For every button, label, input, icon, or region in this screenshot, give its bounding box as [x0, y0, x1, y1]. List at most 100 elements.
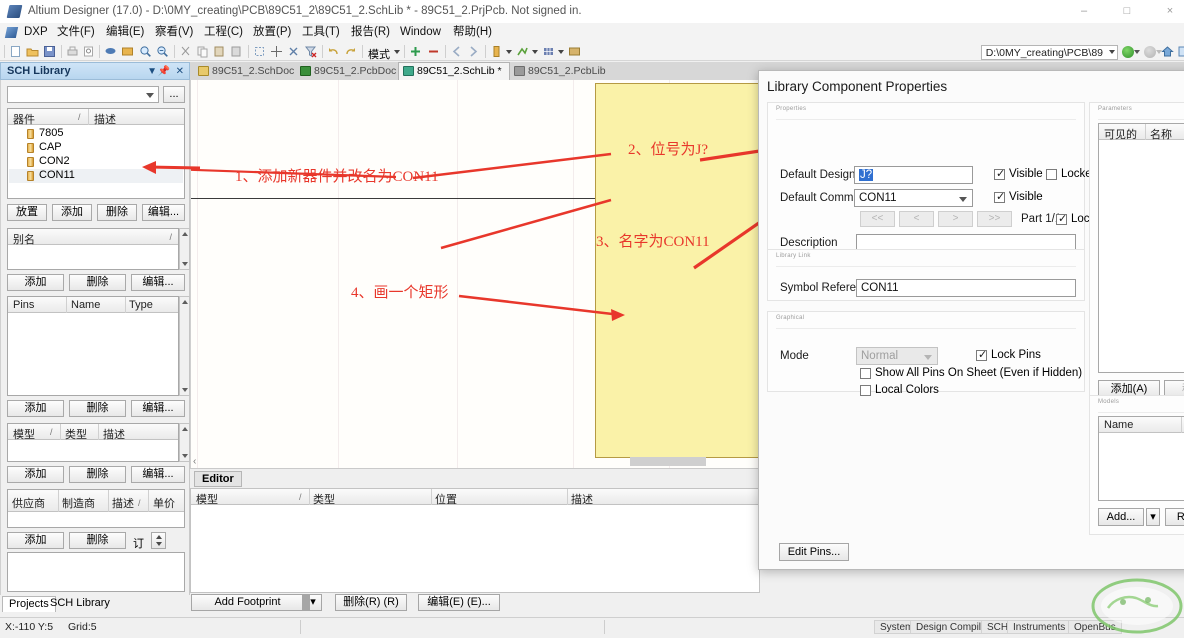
scroll-down-icon[interactable]: [182, 454, 188, 458]
part-prev-button[interactable]: <: [899, 211, 934, 227]
menu-item-reports[interactable]: 报告(R): [347, 25, 394, 40]
local-colors-checkbox[interactable]: [860, 385, 871, 396]
pins-edit-button[interactable]: 编辑...: [131, 400, 185, 417]
suppliers-sort-icon[interactable]: /: [138, 498, 141, 508]
minus-icon[interactable]: [427, 45, 440, 58]
save-icon[interactable]: [43, 45, 56, 58]
component-icon[interactable]: [490, 45, 503, 58]
model-sort-icon[interactable]: /: [299, 492, 302, 502]
components-add-button[interactable]: 添加: [52, 204, 92, 221]
panel-menu-caret-icon[interactable]: ▼: [147, 66, 157, 77]
components-edit-button[interactable]: 编辑...: [142, 204, 185, 221]
edit-pins-button[interactable]: Edit Pins...: [779, 543, 849, 561]
parameters-grid[interactable]: 可见的 名称: [1098, 123, 1184, 373]
nav-forward-icon[interactable]: [1122, 46, 1134, 58]
mode-toolbar-label[interactable]: 模式: [368, 46, 390, 62]
tab-pcblib[interactable]: 89C51_2.PcbLib: [510, 63, 613, 80]
arrow-left-icon[interactable]: [450, 45, 463, 58]
plus-icon[interactable]: [409, 45, 422, 58]
tab-pcbdoc[interactable]: 89C51_2.PcbDoc: [296, 63, 403, 80]
tab-sch-library[interactable]: SCH Library: [44, 596, 116, 612]
list-item[interactable]: CAP: [9, 141, 183, 155]
minimize-button[interactable]: –: [1063, 0, 1105, 23]
symbol-reference-input[interactable]: CON11: [856, 279, 1076, 297]
models-register-button[interactable]: Reg: [1165, 508, 1184, 526]
part-locked-checkbox[interactable]: [1056, 212, 1067, 225]
paste-special-icon[interactable]: [230, 45, 243, 58]
clear-filter-icon[interactable]: [304, 45, 317, 58]
components-delete-button[interactable]: 删除: [97, 204, 137, 221]
layers-icon[interactable]: [104, 45, 117, 58]
tab-schlib-active[interactable]: 89C51_2.SchLib *: [398, 62, 510, 80]
aliases-add-button[interactable]: 添加: [7, 274, 64, 291]
suppliers-delete-button[interactable]: 删除: [69, 532, 126, 549]
delete-footprint-button[interactable]: 删除(R) (R): [335, 594, 407, 611]
mode-caret-icon[interactable]: [924, 355, 932, 360]
suppliers-order-stepper[interactable]: [151, 532, 166, 549]
library-filter-combobox[interactable]: [7, 86, 159, 103]
scroll-down-icon[interactable]: [182, 262, 188, 266]
scroll-up-icon[interactable]: [182, 232, 188, 236]
tab-schdoc[interactable]: 89C51_2.SchDoc: [194, 63, 301, 80]
zoom-in-icon[interactable]: [139, 45, 152, 58]
pins-grid[interactable]: Pins Name Type: [7, 296, 179, 396]
scroll-left-icon[interactable]: ‹: [193, 456, 196, 467]
comment-visible-checkbox[interactable]: [994, 190, 1005, 203]
models-grid[interactable]: 模型 / 类型 描述: [7, 423, 179, 462]
tab-editor[interactable]: Editor: [194, 471, 242, 487]
designator-locked-checkbox[interactable]: [1046, 169, 1057, 180]
panel-pin-icon[interactable]: 📌: [158, 66, 170, 77]
redo-icon[interactable]: [344, 45, 357, 58]
arrow-right-icon[interactable]: [467, 45, 480, 58]
models-delete-button[interactable]: 删除: [69, 466, 126, 483]
move-icon[interactable]: [270, 45, 283, 58]
canvas-horizontal-scrollbar[interactable]: ‹: [190, 455, 760, 468]
add-footprint-button[interactable]: Add Footprint: [191, 594, 304, 611]
suppliers-add-button[interactable]: 添加: [7, 532, 64, 549]
part-first-button[interactable]: <<: [860, 211, 895, 227]
models-sort-icon[interactable]: /: [50, 427, 53, 437]
status-panel-instruments[interactable]: Instruments: [1007, 620, 1072, 634]
undo-icon[interactable]: [327, 45, 340, 58]
nav-forward-caret-icon[interactable]: [1134, 50, 1140, 54]
pins-delete-button[interactable]: 删除: [69, 400, 126, 417]
path-combobox[interactable]: D:\0MY_creating\PCB\89: [980, 45, 1118, 60]
suppliers-grid[interactable]: 供应商 制造商 描述 / 单价: [7, 489, 185, 528]
menu-item-project[interactable]: 工程(C): [200, 25, 247, 40]
scroll-down-icon[interactable]: [182, 388, 188, 392]
zoom-out-icon[interactable]: [156, 45, 169, 58]
grid-caret-icon[interactable]: [558, 50, 564, 54]
aliases-grid[interactable]: 别名 /: [7, 228, 179, 270]
component-caret-icon[interactable]: [506, 50, 512, 54]
models-add-button[interactable]: 添加: [7, 466, 64, 483]
mode-dropdown-caret[interactable]: [394, 50, 400, 54]
path-dropdown-caret[interactable]: [1109, 50, 1115, 54]
aliases-sort-icon[interactable]: /: [169, 232, 172, 242]
scroll-up-icon[interactable]: [182, 427, 188, 431]
models-dialog-grid[interactable]: Name Type: [1098, 416, 1184, 501]
home-icon[interactable]: [1161, 45, 1174, 58]
menu-item-dxp[interactable]: DXP: [20, 25, 52, 40]
copy-icon[interactable]: [196, 45, 209, 58]
model-detail-grid[interactable]: 模型 / 类型 位置 描述: [190, 488, 760, 593]
print-icon[interactable]: [66, 45, 79, 58]
snapshot-icon[interactable]: [568, 45, 581, 58]
show-all-pins-checkbox[interactable]: [860, 368, 871, 379]
menu-item-file[interactable]: 文件(F): [53, 25, 99, 40]
mode-combobox[interactable]: Normal: [856, 347, 938, 365]
refresh-icon[interactable]: [1177, 45, 1184, 58]
pins-scrollbar[interactable]: [179, 296, 190, 396]
open-folder-icon[interactable]: [26, 45, 39, 58]
aliases-delete-button[interactable]: 删除: [69, 274, 126, 291]
components-place-button[interactable]: 放置: [7, 204, 47, 221]
part-last-button[interactable]: >>: [977, 211, 1012, 227]
part-next-button[interactable]: >: [938, 211, 973, 227]
edit-footprint-button[interactable]: 编辑(E) (E)...: [418, 594, 500, 611]
components-sort-icon[interactable]: /: [78, 112, 81, 122]
default-designator-input[interactable]: J?: [854, 166, 973, 184]
net-caret-icon[interactable]: [532, 50, 538, 54]
maximize-button[interactable]: □: [1106, 0, 1148, 23]
default-comment-caret-icon[interactable]: [959, 197, 967, 202]
models-add-caret-button[interactable]: ▾: [1146, 508, 1160, 526]
models-scrollbar[interactable]: [179, 423, 190, 462]
